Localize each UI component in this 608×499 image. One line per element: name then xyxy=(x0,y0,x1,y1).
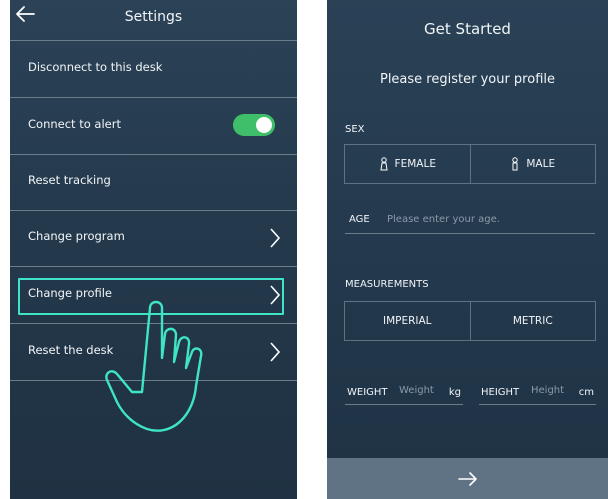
age-label: AGE xyxy=(349,214,370,225)
weight-unit: kg xyxy=(448,387,461,398)
page-title: Settings xyxy=(124,9,183,25)
menu-item-label: Change program xyxy=(28,229,125,243)
register-screen: Get Started Please register your profile… xyxy=(327,0,608,499)
male-icon xyxy=(512,157,519,171)
page-subtitle: Please register your profile xyxy=(379,72,555,87)
menu-item-label: Disconnect to this desk xyxy=(28,60,163,74)
menu-item-connect-alert: Connect to alert xyxy=(10,98,297,155)
menu-item-disconnect[interactable]: Disconnect to this desk xyxy=(10,41,297,98)
settings-screen: Settings Disconnect to this desk Connect… xyxy=(10,0,297,499)
height-label: HEIGHT xyxy=(481,387,520,398)
height-unit: cm xyxy=(578,387,594,398)
settings-header: Settings xyxy=(10,0,297,41)
height-field: HEIGHT cm xyxy=(479,382,596,405)
imperial-button[interactable]: IMPERIAL xyxy=(345,302,470,340)
height-input[interactable] xyxy=(531,385,575,396)
weight-input[interactable] xyxy=(399,385,443,396)
chevron-right-icon xyxy=(270,342,281,362)
age-field: AGE xyxy=(345,205,595,234)
sex-selector: FEMALE MALE xyxy=(344,144,596,184)
measurements-label: MEASUREMENTS xyxy=(345,279,429,290)
page-title: Get Started xyxy=(424,20,511,38)
measurement-selector: IMPERIAL METRIC xyxy=(344,301,596,341)
sex-label: SEX xyxy=(345,124,365,135)
arrow-right-icon xyxy=(457,471,477,486)
weight-field: WEIGHT kg xyxy=(345,382,463,405)
age-input[interactable] xyxy=(387,210,587,228)
toggle-knob xyxy=(256,117,272,133)
female-label: FEMALE xyxy=(394,158,436,170)
menu-item-label: Reset tracking xyxy=(28,173,111,187)
next-button[interactable] xyxy=(327,458,608,499)
metric-button[interactable]: METRIC xyxy=(469,302,596,340)
menu-item-label: Connect to alert xyxy=(28,117,121,131)
menu-item-label: Reset the desk xyxy=(28,343,114,357)
male-label: MALE xyxy=(526,158,556,170)
male-button[interactable]: MALE xyxy=(469,145,596,183)
chevron-right-icon xyxy=(270,228,281,248)
menu-item-reset-tracking[interactable]: Reset tracking xyxy=(10,154,297,211)
pointing-hand-icon xyxy=(105,300,203,432)
weight-label: WEIGHT xyxy=(347,387,388,398)
female-button[interactable]: FEMALE xyxy=(345,145,470,183)
metric-label: METRIC xyxy=(512,315,553,327)
imperial-label: IMPERIAL xyxy=(382,315,432,327)
menu-item-change-program[interactable]: Change program xyxy=(10,210,297,267)
alert-toggle[interactable] xyxy=(233,114,275,136)
female-icon xyxy=(379,157,388,171)
